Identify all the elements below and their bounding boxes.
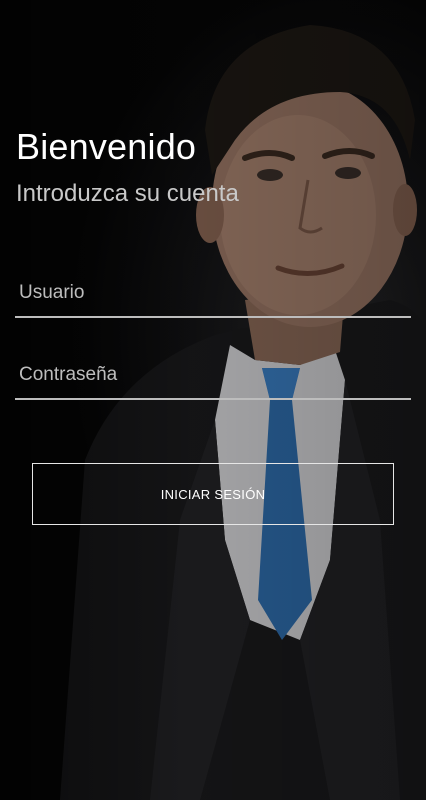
username-input[interactable] <box>15 270 411 316</box>
username-field <box>15 270 411 318</box>
welcome-title: Bienvenido <box>16 126 197 167</box>
dark-overlay <box>0 0 426 800</box>
password-input[interactable] <box>15 352 411 398</box>
login-screen: Bienvenido Introduzca su cuenta INICIAR … <box>0 0 426 800</box>
password-field <box>15 352 411 400</box>
login-button[interactable]: INICIAR SESIÓN <box>32 463 394 525</box>
welcome-subtitle: Introduzca su cuenta <box>16 180 239 207</box>
